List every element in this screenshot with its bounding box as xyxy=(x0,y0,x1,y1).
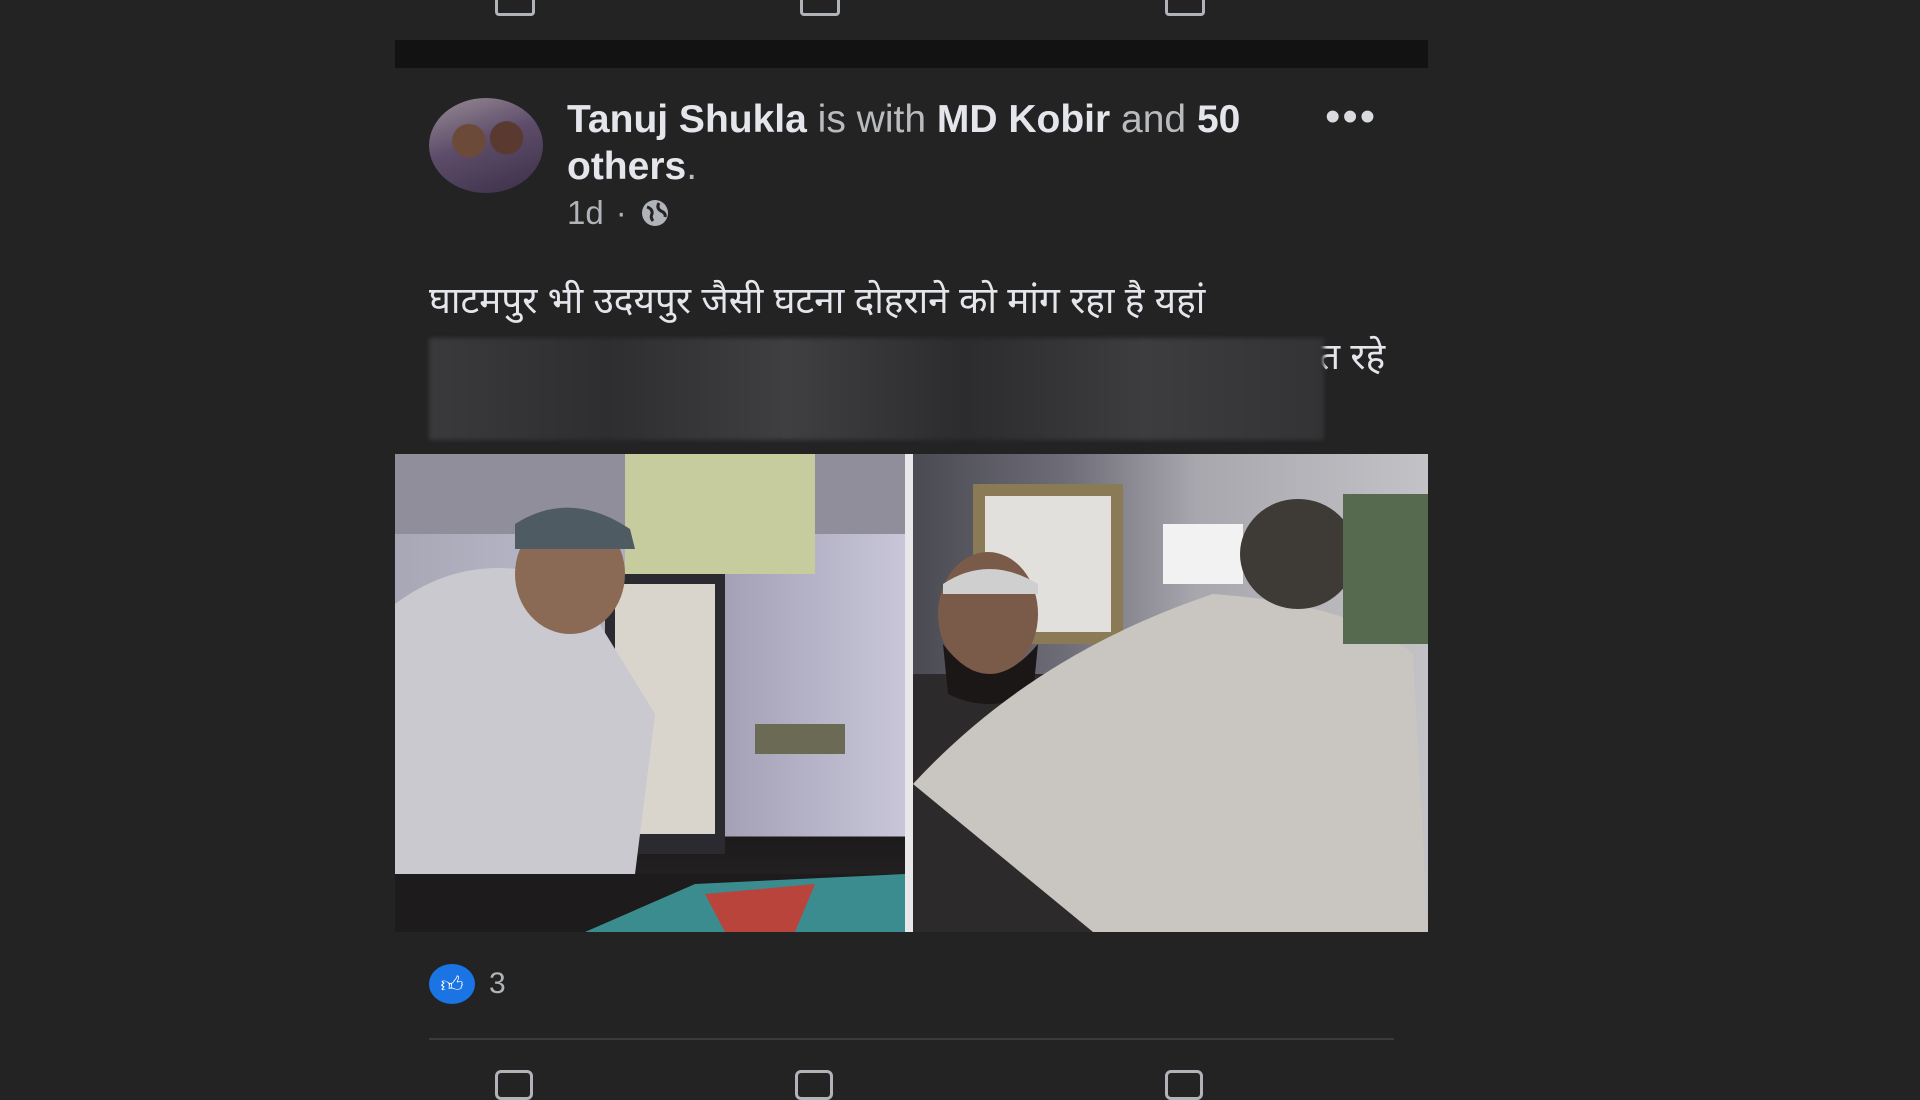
post-text-line2: त रहे xyxy=(1319,336,1386,377)
post-photo-right[interactable] xyxy=(913,454,1428,932)
post-text-line1: घाटमपुर भी उदयपुर जैसी घटना दोहराने को म… xyxy=(429,280,1206,321)
like-icon[interactable] xyxy=(495,0,535,16)
period: . xyxy=(686,145,698,188)
tagged-user[interactable]: MD Kobir xyxy=(937,98,1110,141)
feed-separator xyxy=(395,40,1428,68)
separator-dot: · xyxy=(615,194,627,231)
avatar[interactable] xyxy=(429,98,543,193)
timestamp[interactable]: 1d xyxy=(567,194,604,232)
photo-left-content xyxy=(395,454,905,932)
comment-icon[interactable] xyxy=(800,0,840,16)
share-icon[interactable] xyxy=(1165,0,1205,16)
and-text: and xyxy=(1121,98,1187,141)
globe-icon xyxy=(641,200,668,226)
like-count: 3 xyxy=(489,967,506,1000)
more-options-button[interactable]: ••• xyxy=(1325,95,1377,139)
blurred-text xyxy=(429,338,1324,440)
facebook-post: Tanuj Shukla is with MD Kobir and 50 oth… xyxy=(395,68,1428,1100)
comment-icon[interactable] xyxy=(795,1070,833,1100)
post-meta: 1d · xyxy=(567,194,671,232)
post-header: Tanuj Shukla is with MD Kobir and 50 oth… xyxy=(567,96,1287,190)
top-action-bar xyxy=(395,0,1428,40)
author-name[interactable]: Tanuj Shukla xyxy=(567,98,807,141)
share-icon[interactable] xyxy=(1165,1070,1203,1100)
photo-divider xyxy=(905,454,913,932)
photo-right-content xyxy=(913,484,1428,932)
post-photo-left[interactable] xyxy=(395,454,905,932)
reactions-summary[interactable]: 👍︎ 3 xyxy=(429,964,506,1004)
action-divider xyxy=(429,1038,1394,1040)
with-text: is with xyxy=(817,98,927,141)
thumbs-up-icon: 👍︎ xyxy=(429,964,475,1004)
like-icon[interactable] xyxy=(495,1070,533,1100)
